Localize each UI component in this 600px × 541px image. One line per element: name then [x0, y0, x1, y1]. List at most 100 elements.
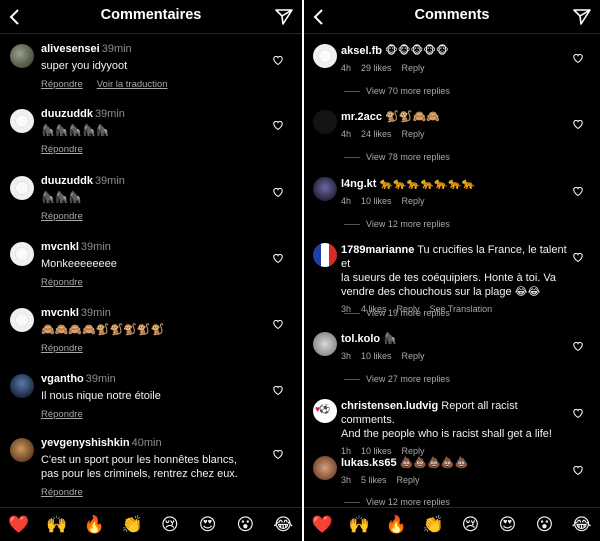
view-more-label[interactable]: View 70 more replies: [366, 86, 450, 96]
reply-button[interactable]: Reply: [402, 129, 425, 139]
emoji-heart[interactable]: ❤️: [8, 515, 30, 535]
username[interactable]: mr.2acc: [341, 111, 382, 123]
timestamp: 4h: [341, 63, 352, 73]
page-title: Commentaires: [100, 7, 202, 23]
like-count[interactable]: 10 likes: [361, 351, 392, 361]
emoji-heart-eyes[interactable]: 😍: [197, 515, 219, 535]
username[interactable]: l4ng.kt: [341, 178, 376, 190]
comment-text: vendre des chouchous sur la plage 😂😂: [341, 286, 541, 298]
reply-button[interactable]: Répondre: [41, 409, 83, 420]
heart-icon[interactable]: [572, 407, 584, 419]
heart-icon[interactable]: [572, 340, 584, 352]
view-more-replies[interactable]: View 70 more replies: [344, 86, 450, 96]
username[interactable]: 1789marianne: [341, 244, 414, 256]
reply-button[interactable]: Reply: [397, 475, 420, 485]
reply-button[interactable]: Reply: [402, 196, 425, 206]
view-more-replies[interactable]: View 19 more replies: [344, 308, 450, 318]
username[interactable]: alivesensei: [41, 43, 100, 55]
emoji-surprised[interactable]: 😮: [534, 515, 556, 535]
heart-icon[interactable]: [272, 54, 284, 66]
send-icon[interactable]: [274, 7, 294, 27]
emoji-laughing[interactable]: 😂: [272, 515, 294, 535]
reply-button[interactable]: Répondre: [41, 343, 83, 354]
avatar[interactable]: [313, 44, 337, 68]
emoji-crying[interactable]: 😢: [460, 515, 482, 535]
heart-icon[interactable]: [272, 318, 284, 330]
avatar[interactable]: [10, 438, 34, 462]
avatar[interactable]: [313, 399, 337, 423]
avatar[interactable]: [10, 109, 34, 133]
reply-button[interactable]: Reply: [402, 63, 425, 73]
emoji-heart[interactable]: ❤️: [312, 515, 334, 535]
emoji-clap[interactable]: 👏: [121, 515, 143, 535]
avatar[interactable]: [313, 332, 337, 356]
timestamp: 39min: [101, 43, 132, 55]
username[interactable]: yevgenyshishkin: [41, 437, 130, 449]
heart-icon[interactable]: [572, 185, 584, 197]
avatar[interactable]: [313, 456, 337, 480]
heart-icon[interactable]: [272, 186, 284, 198]
like-count[interactable]: 10 likes: [361, 446, 392, 456]
reply-button[interactable]: Répondre: [41, 487, 83, 498]
heart-icon[interactable]: [272, 119, 284, 131]
reply-button[interactable]: Répondre: [41, 211, 83, 222]
comment-text: 🐵🐵🐵🐵🐵: [385, 45, 449, 57]
emoji-reaction-bar: ❤️ 🙌 🔥 👏 😢 😍 😮 😂: [304, 507, 600, 541]
username[interactable]: aksel.fb: [341, 45, 382, 57]
heart-icon[interactable]: [572, 464, 584, 476]
emoji-raised-hands[interactable]: 🙌: [349, 515, 371, 535]
emoji-laughing[interactable]: 😂: [571, 515, 593, 535]
like-count[interactable]: 5 likes: [361, 475, 387, 485]
heart-icon[interactable]: [572, 118, 584, 130]
view-more-replies[interactable]: View 12 more replies: [344, 219, 450, 229]
username[interactable]: duuzuddk: [41, 108, 93, 120]
emoji-heart-eyes[interactable]: 😍: [497, 515, 519, 535]
reply-button[interactable]: Reply: [402, 446, 425, 456]
header: Commentaires: [0, 0, 302, 34]
view-more-label[interactable]: View 12 more replies: [366, 219, 450, 229]
heart-icon[interactable]: [272, 252, 284, 264]
avatar[interactable]: [313, 243, 337, 267]
heart-icon[interactable]: [572, 52, 584, 64]
translate-link[interactable]: Voir la traduction: [97, 79, 168, 90]
emoji-surprised[interactable]: 😮: [234, 515, 256, 535]
view-more-replies[interactable]: View 27 more replies: [344, 374, 450, 384]
heart-icon[interactable]: [572, 251, 584, 263]
like-count[interactable]: 24 likes: [361, 129, 392, 139]
username[interactable]: duuzuddk: [41, 175, 93, 187]
view-more-label[interactable]: View 12 more replies: [366, 497, 450, 507]
reply-button[interactable]: Répondre: [41, 277, 83, 288]
username[interactable]: mvcnkl: [41, 307, 79, 319]
avatar[interactable]: [313, 177, 337, 201]
view-more-label[interactable]: View 19 more replies: [366, 308, 450, 318]
avatar[interactable]: [10, 44, 34, 68]
reply-button[interactable]: Répondre: [41, 144, 83, 155]
reply-button[interactable]: Répondre: [41, 79, 83, 90]
emoji-raised-hands[interactable]: 🙌: [46, 515, 68, 535]
reply-button[interactable]: Reply: [402, 351, 425, 361]
view-more-replies[interactable]: View 12 more replies: [344, 497, 450, 507]
heart-icon[interactable]: [272, 448, 284, 460]
username[interactable]: lukas.ks65: [341, 457, 397, 469]
emoji-fire[interactable]: 🔥: [386, 515, 408, 535]
avatar[interactable]: [10, 176, 34, 200]
username[interactable]: vgantho: [41, 373, 84, 385]
view-more-replies[interactable]: View 78 more replies: [344, 152, 450, 162]
like-count[interactable]: 10 likes: [361, 196, 392, 206]
heart-icon[interactable]: [272, 384, 284, 396]
avatar[interactable]: [10, 242, 34, 266]
username[interactable]: christensen.ludvig: [341, 400, 438, 412]
avatar[interactable]: [10, 374, 34, 398]
like-count[interactable]: 29 likes: [361, 63, 392, 73]
view-more-label[interactable]: View 78 more replies: [366, 152, 450, 162]
username[interactable]: tol.kolo: [341, 333, 380, 345]
emoji-fire[interactable]: 🔥: [83, 515, 105, 535]
timestamp: 39min: [80, 241, 111, 253]
username[interactable]: mvcnkl: [41, 241, 79, 253]
emoji-clap[interactable]: 👏: [423, 515, 445, 535]
avatar[interactable]: [10, 308, 34, 332]
send-icon[interactable]: [572, 7, 592, 27]
avatar[interactable]: [313, 110, 337, 134]
emoji-crying[interactable]: 😢: [159, 515, 181, 535]
view-more-label[interactable]: View 27 more replies: [366, 374, 450, 384]
